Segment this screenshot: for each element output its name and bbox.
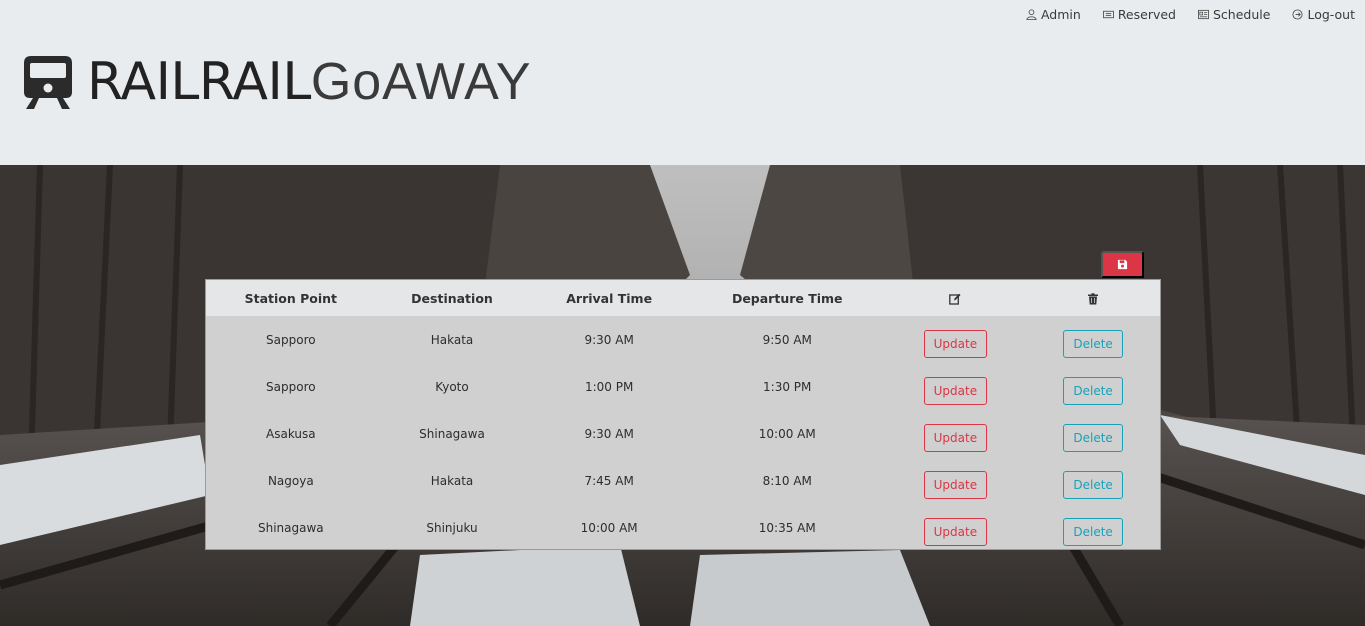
- ticket-icon: [1102, 10, 1114, 19]
- cell-departure: 10:35 AM: [758, 520, 816, 535]
- cell-destination: Hakata: [430, 473, 474, 488]
- table-row: Nagoya Hakata 7:45 AM 8:10 AM Update Del…: [206, 457, 1160, 504]
- cell-arrival: 7:45 AM: [584, 473, 634, 488]
- logout-icon: [1292, 9, 1303, 20]
- nav-schedule[interactable]: Schedule: [1187, 7, 1281, 22]
- cell-delete: Delete: [1026, 504, 1160, 551]
- cell-station: Shinagawa: [257, 520, 324, 535]
- cell-station: Nagoya: [267, 473, 314, 488]
- cell-arrival: 10:00 AM: [580, 520, 638, 535]
- header-arrival-time: Arrival Time: [566, 290, 653, 306]
- cell-departure: 1:30 PM: [763, 379, 812, 394]
- nav-schedule-label: Schedule: [1213, 7, 1271, 22]
- train-icon: [24, 56, 72, 109]
- nav-logout-label: Log-out: [1307, 7, 1355, 22]
- table-row: Sapporo Hakata 9:30 AM 9:50 AM Update De…: [206, 316, 1160, 363]
- table-row: Shinagawa Shinjuku 10:00 AM 10:35 AM Upd…: [206, 504, 1160, 551]
- nav-reserved[interactable]: Reserved: [1092, 7, 1187, 22]
- cell-departure: 8:10 AM: [762, 473, 812, 488]
- cell-departure: 10:00 AM: [758, 426, 816, 441]
- update-button[interactable]: Update: [923, 517, 988, 546]
- user-icon: [1026, 9, 1037, 20]
- brand-name-part1: RAILRAIL: [87, 52, 311, 112]
- save-button[interactable]: [1101, 251, 1144, 278]
- brand-logo[interactable]: RAILRAILGoAWAY: [23, 52, 532, 112]
- nav-admin-label: Admin: [1040, 7, 1081, 22]
- cell-delete: Delete: [1026, 363, 1160, 410]
- cell-update: Update: [885, 504, 1027, 551]
- trash-icon: [1088, 293, 1099, 305]
- table-row: Asakusa Shinagawa 9:30 AM 10:00 AM Updat…: [206, 410, 1160, 457]
- cell-delete: Delete: [1026, 410, 1160, 457]
- update-button[interactable]: Update: [923, 329, 988, 358]
- header-departure-time: Departure Time: [731, 290, 843, 306]
- update-button[interactable]: Update: [923, 470, 988, 499]
- nav-reserved-label: Reserved: [1117, 7, 1176, 22]
- cell-departure: 9:50 AM: [762, 332, 812, 347]
- table-row: Sapporo Kyoto 1:00 PM 1:30 PM Update Del…: [206, 363, 1160, 410]
- cell-update: Update: [885, 457, 1027, 504]
- cell-destination: Kyoto: [435, 379, 469, 394]
- cell-station: Asakusa: [266, 426, 316, 441]
- top-nav: Admin Reserved Schedule Log-out: [1015, 7, 1355, 22]
- cell-station: Sapporo: [266, 332, 316, 347]
- header-destination: Destination: [411, 290, 493, 306]
- cell-arrival: 9:30 AM: [584, 332, 634, 347]
- delete-button[interactable]: Delete: [1063, 470, 1123, 499]
- schedule-table: Station Point Destination Arrival Time D…: [206, 280, 1160, 551]
- cell-delete: Delete: [1026, 457, 1160, 504]
- cell-station: Sapporo: [266, 379, 316, 394]
- cell-arrival: 9:30 AM: [584, 426, 634, 441]
- delete-button[interactable]: Delete: [1063, 329, 1123, 358]
- header-delete: [1026, 280, 1160, 316]
- cell-arrival: 1:00 PM: [584, 379, 634, 394]
- delete-button[interactable]: Delete: [1063, 423, 1123, 452]
- save-icon: [1117, 259, 1128, 270]
- site-header: Admin Reserved Schedule Log-out RAILRAIL…: [0, 0, 1365, 165]
- cell-destination: Shinjuku: [426, 520, 478, 535]
- header-station-point: Station Point: [244, 290, 338, 306]
- brand-name: RAILRAILGoAWAY: [87, 52, 532, 112]
- cell-delete: Delete: [1026, 316, 1160, 363]
- cell-update: Update: [885, 410, 1027, 457]
- edit-icon: [949, 293, 961, 305]
- brand-name-part2: GoAWAY: [310, 53, 532, 111]
- cell-destination: Shinagawa: [419, 426, 485, 441]
- delete-button[interactable]: Delete: [1063, 517, 1123, 546]
- delete-button[interactable]: Delete: [1063, 376, 1123, 405]
- update-button[interactable]: Update: [923, 423, 988, 452]
- header-edit: [885, 280, 1027, 316]
- update-button[interactable]: Update: [923, 376, 988, 405]
- id-card-icon: [1198, 9, 1209, 20]
- table-header-row: Station Point Destination Arrival Time D…: [206, 280, 1160, 316]
- cell-update: Update: [885, 316, 1027, 363]
- nav-admin[interactable]: Admin: [1015, 7, 1092, 22]
- schedule-table-container: Station Point Destination Arrival Time D…: [205, 279, 1161, 550]
- nav-logout[interactable]: Log-out: [1281, 7, 1355, 22]
- cell-destination: Hakata: [430, 332, 474, 347]
- cell-update: Update: [885, 363, 1027, 410]
